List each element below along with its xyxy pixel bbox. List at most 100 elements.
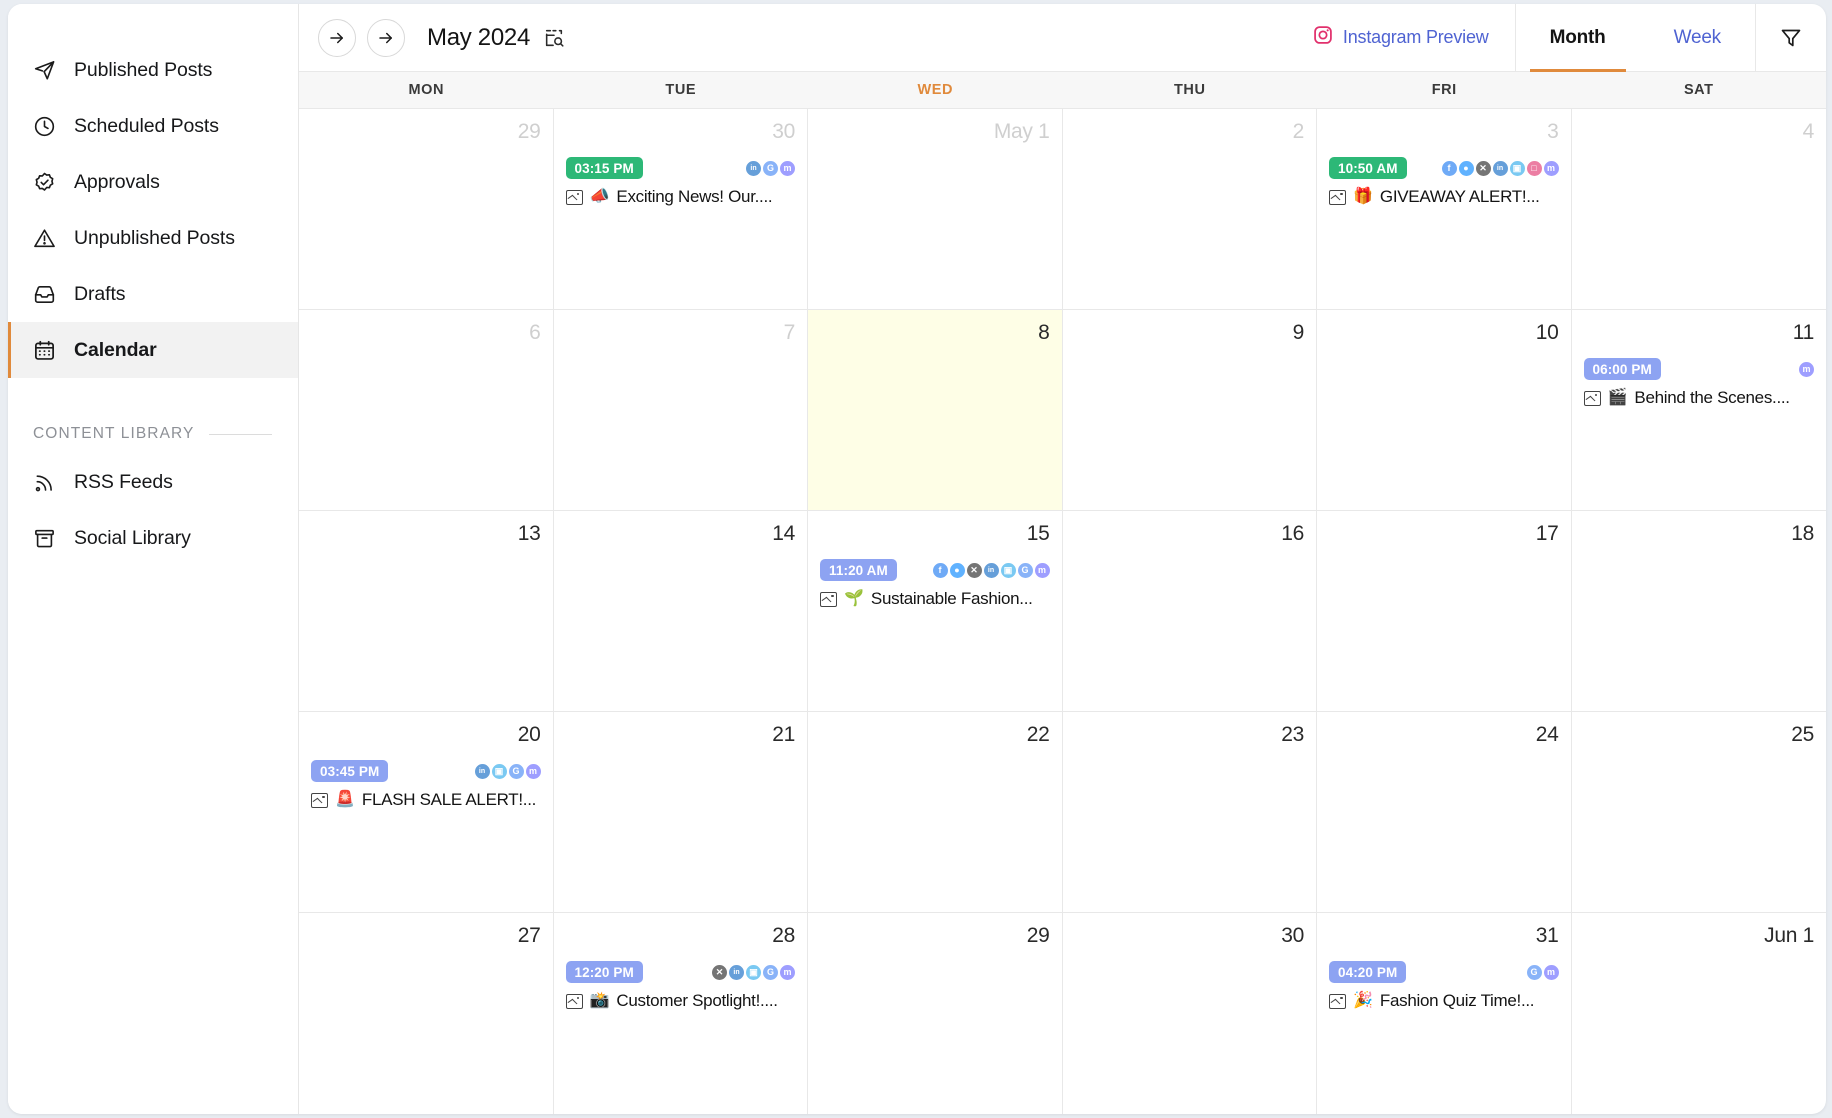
calendar-day-cell[interactable]: 24 <box>1317 712 1572 912</box>
warning-triangle-icon <box>33 227 56 250</box>
day-number: 13 <box>517 522 541 545</box>
telegram-icon: ▣ <box>1000 562 1016 578</box>
prev-month-button[interactable] <box>318 18 356 57</box>
calendar-day-cell[interactable]: May 1 <box>808 109 1063 309</box>
x-icon: ✕ <box>966 562 982 578</box>
calendar-event[interactable]: 11:20 AM f ● ✕ in ▣ Gm 🌱 Sustainable Fashion... <box>820 559 1050 609</box>
sidebar-item-calendar[interactable]: Calendar <box>8 322 298 378</box>
content-library-label: CONTENT LIBRARY <box>33 425 195 442</box>
calendar-day-cell[interactable]: 29 <box>808 913 1063 1114</box>
calendar-day-cell[interactable]: 30 03:15 PM in Gm 📣 Exciting News! Our.... <box>554 109 808 309</box>
calendar-day-cell[interactable]: 9 <box>1063 310 1317 510</box>
event-title: Fashion Quiz Time!... <box>1379 991 1535 1010</box>
tab-month[interactable]: Month <box>1516 4 1640 72</box>
day-number: 15 <box>1026 522 1050 545</box>
event-title-row: 📸 Customer Spotlight!.... <box>565 991 796 1011</box>
archive-icon <box>33 527 56 550</box>
calendar-day-cell[interactable]: 15 11:20 AM f ● ✕ in ▣ Gm 🌱 Sustainable Fashion..… <box>808 511 1063 711</box>
calendar-event[interactable]: 12:20 PM ✕ in ▣ Gm 📸 Customer Spotlight!.... <box>565 961 796 1011</box>
calendar-day-cell[interactable]: 14 <box>554 511 808 711</box>
next-month-button[interactable] <box>367 18 405 57</box>
calendar-event[interactable]: 06:00 PM m 🎬 Behind the Scenes.... <box>1583 358 1814 408</box>
sidebar: Published Posts Scheduled Posts Approvals U… <box>8 4 299 1114</box>
calendar-day-cell[interactable]: 13 <box>299 511 554 711</box>
event-meta-row: 03:15 PM in Gm <box>565 157 795 179</box>
calendar-day-cell[interactable]: 20 03:45 PM in ▣ Gm 🚨 FLASH SALE ALERT!... <box>299 712 554 912</box>
month-title: May 2024 <box>427 23 530 51</box>
mastodon-icon: m <box>780 964 795 980</box>
linkedin-icon: in <box>729 964 744 980</box>
sidebar-nav: Published Posts Scheduled Posts Approvals U… <box>8 42 298 378</box>
day-number: 10 <box>1535 321 1559 344</box>
day-number: 9 <box>1292 321 1305 344</box>
event-title-row: 🚨 FLASH SALE ALERT!... <box>311 790 541 810</box>
linkedin-icon: in <box>746 160 761 176</box>
event-time-badge: 04:20 PM <box>1329 961 1407 983</box>
tab-week[interactable]: Week <box>1640 4 1755 72</box>
day-number: 20 <box>517 723 541 746</box>
calendar-day-cell[interactable]: 4 <box>1572 109 1827 309</box>
linkedin-icon: in <box>474 763 490 779</box>
calendar-event[interactable]: 10:50 AM f ● ✕ in ▣ □ m 🎁 GIVEAWAY ALERT!... <box>1329 157 1559 207</box>
calendar-day-cell[interactable]: 27 <box>299 913 554 1114</box>
calendar-day-cell[interactable]: 31 04:20 PM Gm 🎉 Fashion Quiz Time!... <box>1317 913 1572 1114</box>
calendar-day-cell[interactable]: 21 <box>554 712 808 912</box>
main-panel: May 2024 Instagram Preview Month Week MO… <box>299 4 1826 1114</box>
mastodon-icon: m <box>1543 964 1559 980</box>
event-time-badge: 11:20 AM <box>820 559 897 581</box>
sidebar-item-scheduled-posts[interactable]: Scheduled Posts <box>8 98 298 154</box>
calendar-day-cell[interactable]: 23 <box>1063 712 1317 912</box>
instagram-preview-button[interactable]: Instagram Preview <box>1313 4 1515 72</box>
telegram-icon: ▣ <box>746 964 761 980</box>
day-number: 11 <box>1792 321 1815 344</box>
sidebar-item-drafts[interactable]: Drafts <box>8 266 298 322</box>
calendar-day-cell[interactable]: 10 <box>1317 310 1572 510</box>
sidebar-item-social-library[interactable]: Social Library <box>8 510 298 566</box>
calendar-day-cell[interactable]: 30 <box>1063 913 1317 1114</box>
facebook-icon: f <box>1441 160 1457 176</box>
day-number: 24 <box>1535 723 1559 746</box>
calendar-day-cell[interactable]: 18 <box>1572 511 1827 711</box>
linkedin-icon: in <box>1492 160 1508 176</box>
event-title: Behind the Scenes.... <box>1634 388 1790 407</box>
day-number: 8 <box>1038 321 1050 344</box>
calendar-event[interactable]: 03:15 PM in Gm 📣 Exciting News! Our.... <box>565 157 796 207</box>
calendar-day-cell[interactable]: 28 12:20 PM ✕ in ▣ Gm 📸 Customer Spotlight!.... <box>554 913 808 1114</box>
day-number: Jun 1 <box>1764 924 1814 947</box>
day-number: 14 <box>772 522 795 545</box>
filter-icon[interactable] <box>1756 4 1826 72</box>
sidebar-item-approvals[interactable]: Approvals <box>8 154 298 210</box>
calendar-event[interactable]: 04:20 PM Gm 🎉 Fashion Quiz Time!... <box>1329 961 1559 1011</box>
sidebar-item-rss-feeds[interactable]: RSS Feeds <box>8 454 298 510</box>
calendar-day-cell[interactable]: 6 <box>299 310 554 510</box>
event-title-row: 📣 Exciting News! Our.... <box>565 187 796 207</box>
event-social-icons: m <box>1799 361 1814 377</box>
day-number: 23 <box>1281 723 1304 746</box>
calendar-day-cell[interactable]: 8 <box>808 310 1063 510</box>
day-number: 4 <box>1802 120 1815 143</box>
calendar-day-cell[interactable]: 3 10:50 AM f ● ✕ in ▣ □ m 🎁 GIVEAWAY ALERT!... <box>1317 109 1572 309</box>
calendar-day-cell[interactable]: Jun 1 <box>1572 913 1827 1114</box>
calendar-day-cell[interactable]: 25 <box>1572 712 1827 912</box>
image-attachment-icon <box>565 189 583 205</box>
calendar-week-row: 20 03:45 PM in ▣ Gm 🚨 FLASH SALE ALERT!... 21 22… <box>299 712 1826 913</box>
calendar-day-cell[interactable]: 16 <box>1063 511 1317 711</box>
event-emoji: 🎁 <box>1353 188 1373 205</box>
day-number: 25 <box>1791 723 1814 746</box>
calendar-event[interactable]: 03:45 PM in ▣ Gm 🚨 FLASH SALE ALERT!... <box>311 760 541 810</box>
event-title: Customer Spotlight!.... <box>616 991 778 1010</box>
calendar-day-cell[interactable]: 17 <box>1317 511 1572 711</box>
sidebar-item-published-posts[interactable]: Published Posts <box>8 42 298 98</box>
sidebar-library-nav: RSS Feeds Social Library <box>8 454 298 566</box>
mastodon-icon: m <box>1799 361 1814 377</box>
calendar-day-cell[interactable]: 2 <box>1063 109 1317 309</box>
calendar-day-cell[interactable]: 7 <box>554 310 808 510</box>
event-social-icons: in ▣ Gm <box>474 763 541 779</box>
calendar-day-cell[interactable]: 29 <box>299 109 554 309</box>
sidebar-item-unpublished-posts[interactable]: Unpublished Posts <box>8 210 298 266</box>
clock-icon <box>33 115 56 138</box>
calendar-search-icon[interactable] <box>543 27 565 49</box>
calendar-day-cell[interactable]: 22 <box>808 712 1063 912</box>
calendar-day-cell[interactable]: 11 06:00 PM m 🎬 Behind the Scenes.... <box>1572 310 1827 510</box>
day-number: 27 <box>517 924 541 947</box>
